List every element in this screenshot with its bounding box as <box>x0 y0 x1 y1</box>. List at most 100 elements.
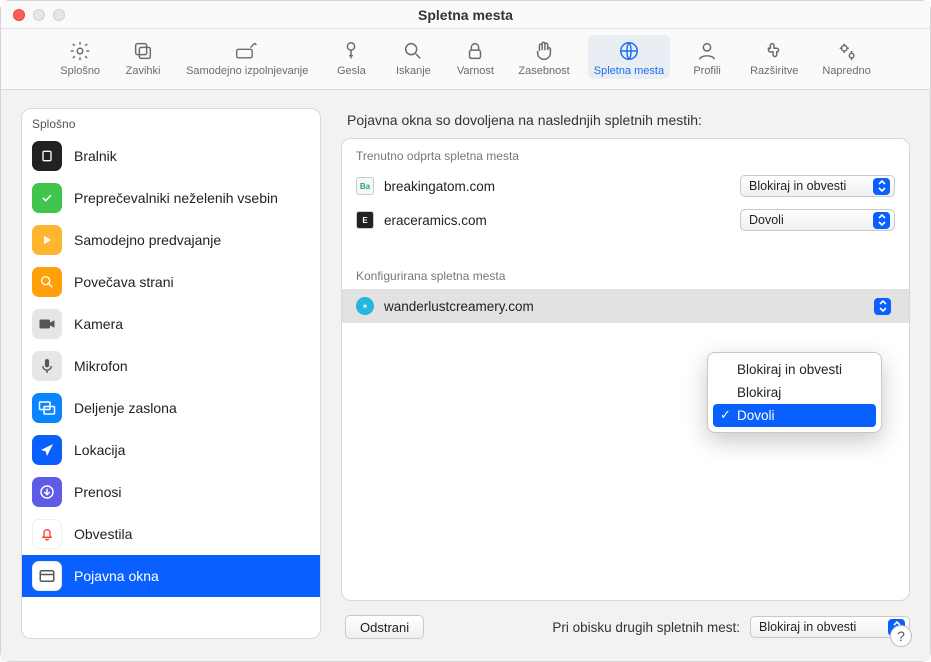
tab-profiles[interactable]: Profili <box>682 35 732 79</box>
globe-icon <box>617 39 641 63</box>
search-icon <box>401 39 425 63</box>
other-sites-select[interactable]: Blokiraj in obvesti <box>750 616 910 638</box>
tabs-icon <box>131 39 155 63</box>
tab-label: Gesla <box>337 65 366 77</box>
microphone-icon <box>32 351 62 381</box>
preferences-toolbar: Splošno Zavihki Samodejno izpolnjevanje … <box>1 29 930 90</box>
sidebar-item-microphone[interactable]: Mikrofon <box>22 345 320 387</box>
sidebar-item-label: Obvestila <box>74 526 132 542</box>
key-icon <box>339 39 363 63</box>
tab-search[interactable]: Iskanje <box>388 35 438 79</box>
tab-websites[interactable]: Spletna mesta <box>588 35 670 79</box>
site-domain: wanderlustcreamery.com <box>384 299 534 314</box>
dropdown-option[interactable]: Blokiraj <box>713 381 876 404</box>
sidebar-item-location[interactable]: Lokacija <box>22 429 320 471</box>
person-icon <box>695 39 719 63</box>
site-row[interactable]: ✶ wanderlustcreamery.com <box>342 289 909 323</box>
tab-general[interactable]: Splošno <box>54 35 106 79</box>
site-favicon: E <box>356 211 374 229</box>
tab-label: Zasebnost <box>518 65 569 77</box>
sidebar-item-content-blockers[interactable]: Preprečevalniki neželenih vsebin <box>22 177 320 219</box>
site-domain: eraceramics.com <box>384 213 487 228</box>
magnify-icon <box>32 267 62 297</box>
tab-security[interactable]: Varnost <box>450 35 500 79</box>
chevron-updown-icon <box>873 178 890 195</box>
tab-extensions[interactable]: Razširitve <box>744 35 804 79</box>
tab-label: Zavihki <box>126 65 161 77</box>
hand-icon <box>532 39 556 63</box>
camera-icon <box>32 309 62 339</box>
site-favicon: ✶ <box>356 297 374 315</box>
sidebar-item-label: Preprečevalniki neželenih vsebin <box>74 190 278 206</box>
sidebar-item-autoplay[interactable]: Samodejno predvajanje <box>22 219 320 261</box>
sidebar-item-label: Samodejno predvajanje <box>74 232 221 248</box>
chevron-updown-icon <box>873 212 890 229</box>
site-domain: breakingatom.com <box>384 179 495 194</box>
sidebar-item-label: Bralnik <box>74 148 117 164</box>
content-heading: Pojavna okna so dovoljena na naslednjih … <box>341 108 910 138</box>
site-row[interactable]: Ba breakingatom.com Blokiraj in obvesti <box>342 169 909 203</box>
tab-label: Iskanje <box>396 65 431 77</box>
sidebar-items: Bralnik Preprečevalniki neželenih vsebin… <box>22 135 320 597</box>
select-value: Dovoli <box>749 213 784 227</box>
window-title: Spletna mesta <box>1 7 930 23</box>
tab-advanced[interactable]: Napredno <box>816 35 876 79</box>
sidebar-item-downloads[interactable]: Prenosi <box>22 471 320 513</box>
gear-icon <box>68 39 92 63</box>
help-button[interactable]: ? <box>890 625 912 647</box>
other-sites-label: Pri obisku drugih spletnih mest: <box>552 620 740 635</box>
dropdown-option[interactable]: Blokiraj in obvesti <box>713 358 876 381</box>
tab-autofill[interactable]: Samodejno izpolnjevanje <box>180 35 314 79</box>
site-setting-dropdown: Blokiraj in obvesti Blokiraj Dovoli <box>707 352 882 433</box>
sidebar-item-label: Povečava strani <box>74 274 174 290</box>
sidebar-item-label: Deljenje zaslona <box>74 400 177 416</box>
tab-privacy[interactable]: Zasebnost <box>512 35 575 79</box>
shield-check-icon <box>32 183 62 213</box>
sidebar-item-page-zoom[interactable]: Povečava strani <box>22 261 320 303</box>
tab-label: Spletna mesta <box>594 65 664 77</box>
gears-icon <box>835 39 859 63</box>
select-value: Blokiraj in obvesti <box>759 620 856 634</box>
bell-icon <box>32 519 62 549</box>
website-settings-sidebar: Splošno Bralnik Preprečevalniki neželeni… <box>21 108 321 639</box>
download-icon <box>32 477 62 507</box>
site-setting-select[interactable]: Dovoli <box>740 209 895 231</box>
tab-label: Splošno <box>60 65 100 77</box>
tab-label: Samodejno izpolnjevanje <box>186 65 308 77</box>
sidebar-item-screen-sharing[interactable]: Deljenje zaslona <box>22 387 320 429</box>
tab-label: Razširitve <box>750 65 798 77</box>
sidebar-item-label: Pojavna okna <box>74 568 159 584</box>
dropdown-option[interactable]: Dovoli <box>713 404 876 427</box>
sidebar-item-popups[interactable]: Pojavna okna <box>22 555 320 597</box>
sidebar-item-camera[interactable]: Kamera <box>22 303 320 345</box>
sidebar-item-reader[interactable]: Bralnik <box>22 135 320 177</box>
autofill-icon <box>235 39 259 63</box>
sidebar-item-label: Lokacija <box>74 442 125 458</box>
site-favicon: Ba <box>356 177 374 195</box>
site-row[interactable]: E eraceramics.com Dovoli <box>342 203 909 237</box>
sidebar-item-label: Mikrofon <box>74 358 128 374</box>
tab-label: Varnost <box>457 65 494 77</box>
tab-label: Napredno <box>822 65 870 77</box>
window-icon <box>32 561 62 591</box>
location-arrow-icon <box>32 435 62 465</box>
play-icon <box>32 225 62 255</box>
sidebar-item-label: Kamera <box>74 316 123 332</box>
bottom-controls: Odstrani Pri obisku drugih spletnih mest… <box>341 601 910 639</box>
lock-icon <box>463 39 487 63</box>
select-value: Blokiraj in obvesti <box>749 179 846 193</box>
site-setting-select[interactable] <box>740 295 895 317</box>
group-header-configured-sites: Konfigurirana spletna mesta <box>342 259 909 289</box>
sidebar-section-label: Splošno <box>22 109 320 135</box>
reader-icon <box>32 141 62 171</box>
tab-tabs[interactable]: Zavihki <box>118 35 168 79</box>
site-setting-select[interactable]: Blokiraj in obvesti <box>740 175 895 197</box>
tab-passwords[interactable]: Gesla <box>326 35 376 79</box>
main-pane: Splošno Bralnik Preprečevalniki neželeni… <box>1 90 930 661</box>
remove-button[interactable]: Odstrani <box>345 615 424 639</box>
screens-icon <box>32 393 62 423</box>
sidebar-item-label: Prenosi <box>74 484 121 500</box>
titlebar: Spletna mesta <box>1 1 930 29</box>
group-header-open-sites: Trenutno odprta spletna mesta <box>342 139 909 169</box>
sidebar-item-notifications[interactable]: Obvestila <box>22 513 320 555</box>
